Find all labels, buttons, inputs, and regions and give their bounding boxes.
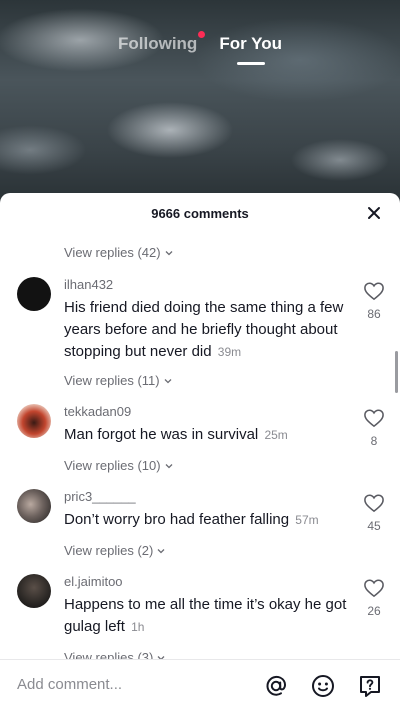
view-replies-label: View replies (11) <box>64 373 160 388</box>
view-replies-label: View replies (3) <box>64 650 154 659</box>
tab-for-you-label: For You <box>219 34 282 53</box>
heart-outline-icon <box>364 579 384 598</box>
view-replies-button[interactable]: View replies (2) <box>64 543 166 558</box>
comments-sheet: 9666 comments View replies (42) ilhan432… <box>0 193 400 711</box>
comment-count: 9666 comments <box>151 206 249 221</box>
like-count: 26 <box>367 604 381 618</box>
question-comment-icon <box>360 676 380 697</box>
tab-following[interactable]: Following <box>118 31 206 70</box>
like-button[interactable]: 8 <box>362 408 386 448</box>
comment-text: Don’t worry bro had feather falling 57m <box>64 509 349 531</box>
comment-username[interactable]: el.jaimitoo <box>64 574 123 589</box>
feed-tabs: Following For You <box>0 31 400 70</box>
comment-text: Happens to me all the time it’s okay he … <box>64 594 349 638</box>
heart-outline-icon <box>364 409 384 428</box>
heart-outline-icon <box>364 282 384 301</box>
comment-body: Man forgot he was in survival <box>64 426 259 443</box>
avatar[interactable] <box>17 404 51 438</box>
avatar[interactable] <box>17 489 51 523</box>
question-button[interactable] <box>357 673 383 699</box>
comments-header: 9666 comments <box>0 193 400 235</box>
avatar[interactable] <box>17 574 51 608</box>
view-replies-button[interactable]: View replies (3) <box>64 650 166 659</box>
chevron-down-icon <box>164 378 172 383</box>
comment-body: His friend died doing the same thing a f… <box>64 299 344 360</box>
like-count: 86 <box>367 307 381 321</box>
comment-time: 57m <box>295 513 319 527</box>
mention-button[interactable] <box>263 673 289 699</box>
view-replies-button[interactable]: View replies (42) <box>64 245 174 260</box>
view-replies-button[interactable]: View replies (11) <box>64 373 173 388</box>
add-comment-input[interactable] <box>17 676 237 693</box>
emoji-icon <box>312 675 334 697</box>
chevron-down-icon <box>157 548 165 553</box>
active-tab-indicator <box>236 62 265 65</box>
avatar[interactable] <box>17 277 51 311</box>
comment-time: 25m <box>264 428 288 442</box>
comment-input-bar <box>0 659 400 711</box>
notification-dot <box>198 31 206 38</box>
like-count: 45 <box>367 519 381 533</box>
comment-text: Man forgot he was in survival 25m <box>64 424 349 446</box>
heart-outline-icon <box>364 494 384 513</box>
comment-username[interactable]: tekkadan09 <box>64 404 131 419</box>
scrollbar[interactable] <box>395 351 398 393</box>
comments-list[interactable]: View replies (42) ilhan432 His friend di… <box>0 235 400 659</box>
comment-username[interactable]: pric3______ <box>64 489 136 504</box>
chevron-down-icon <box>165 463 173 468</box>
like-button[interactable]: 26 <box>362 578 386 618</box>
comment-time: 39m <box>217 345 242 359</box>
comment-time: 1h <box>131 620 145 634</box>
comment-item: pric3______ Don’t worry bro had feather … <box>0 489 400 545</box>
view-replies-label: View replies (10) <box>64 458 161 473</box>
comment-text: His friend died doing the same thing a f… <box>64 297 349 363</box>
at-sign-icon <box>266 675 287 696</box>
view-replies-label: View replies (42) <box>64 245 161 260</box>
close-icon <box>368 207 380 219</box>
chevron-down-icon <box>165 250 173 255</box>
like-button[interactable]: 45 <box>362 493 386 533</box>
like-button[interactable]: 86 <box>362 281 386 321</box>
comment-item: tekkadan09 Man forgot he was in survival… <box>0 404 400 460</box>
tab-for-you[interactable]: For You <box>219 34 282 70</box>
video-background[interactable] <box>0 0 400 200</box>
comment-body: Don’t worry bro had feather falling <box>64 511 290 528</box>
like-count: 8 <box>370 434 378 448</box>
view-replies-button[interactable]: View replies (10) <box>64 458 174 473</box>
close-button[interactable] <box>364 203 384 223</box>
comment-item: el.jaimitoo Happens to me all the time i… <box>0 574 400 654</box>
tab-following-label: Following <box>118 34 198 53</box>
comment-item: ilhan432 His friend died doing the same … <box>0 277 400 377</box>
comment-body: Happens to me all the time it’s okay he … <box>64 596 347 635</box>
comment-username[interactable]: ilhan432 <box>64 277 113 292</box>
emoji-button[interactable] <box>310 673 336 699</box>
view-replies-label: View replies (2) <box>64 543 154 558</box>
